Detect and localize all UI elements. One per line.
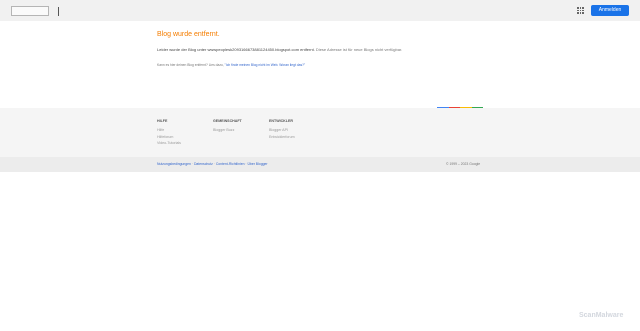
header-divider <box>58 7 59 16</box>
removal-message-main: Leider wurde der Blog unter wwwpeoplesk2… <box>157 47 315 52</box>
removal-message: Leider wurde der Blog unter wwwpeoplesk2… <box>157 47 402 52</box>
footer-heading: HILFE <box>157 119 168 123</box>
footer-heading: ENTWICKLER <box>269 119 293 123</box>
footer-column-help: HILFE Hilfe Hilfeforum Video-Tutorials <box>157 119 181 147</box>
owner-help-prefix: Kann es hier deinen Blog entfernt? Lies … <box>157 63 225 67</box>
apps-grid-icon[interactable] <box>577 7 584 14</box>
legal-link-privacy[interactable]: Datenschutz <box>194 162 213 166</box>
signin-button[interactable]: Anmelden <box>591 5 629 16</box>
header-bar: Anmelden <box>0 0 640 21</box>
copyright-text: © 1999 – 2023 Google <box>446 162 481 166</box>
legal-link-content-policy[interactable]: Content-Richtlinien <box>216 162 245 166</box>
page-title: Blog wurde entfernt. <box>157 31 220 38</box>
footer: HILFE Hilfe Hilfeforum Video-Tutorials G… <box>0 108 640 157</box>
bottom-bar: Nutzungsbedingungen · Datenschutz · Cont… <box>0 157 640 172</box>
legal-links: Nutzungsbedingungen · Datenschutz · Cont… <box>157 162 268 166</box>
owner-help-link[interactable]: "Ich finde meinen Blog nicht im Web. Wor… <box>225 63 305 67</box>
footer-link-blogger-buzz[interactable]: Blogger Buzz <box>213 127 242 134</box>
scanmalware-watermark: ScanMalware <box>579 312 624 319</box>
footer-column-developers: ENTWICKLER Blogger API Entwicklerforum <box>269 119 295 140</box>
legal-link-terms[interactable]: Nutzungsbedingungen <box>157 162 191 166</box>
footer-link-developer-forum[interactable]: Entwicklerforum <box>269 134 295 141</box>
footer-heading: GEMEINSCHAFT <box>213 119 242 123</box>
legal-link-about[interactable]: Über Blogger <box>248 162 268 166</box>
blogger-logo[interactable] <box>11 6 49 16</box>
footer-column-community: GEMEINSCHAFT Blogger Buzz <box>213 119 242 134</box>
removal-message-note: Diese Adresse ist für neue Blogs nicht v… <box>314 47 403 52</box>
footer-link-video-tutorials[interactable]: Video-Tutorials <box>157 140 181 147</box>
owner-help-text: Kann es hier deinen Blog entfernt? Lies … <box>157 63 305 67</box>
